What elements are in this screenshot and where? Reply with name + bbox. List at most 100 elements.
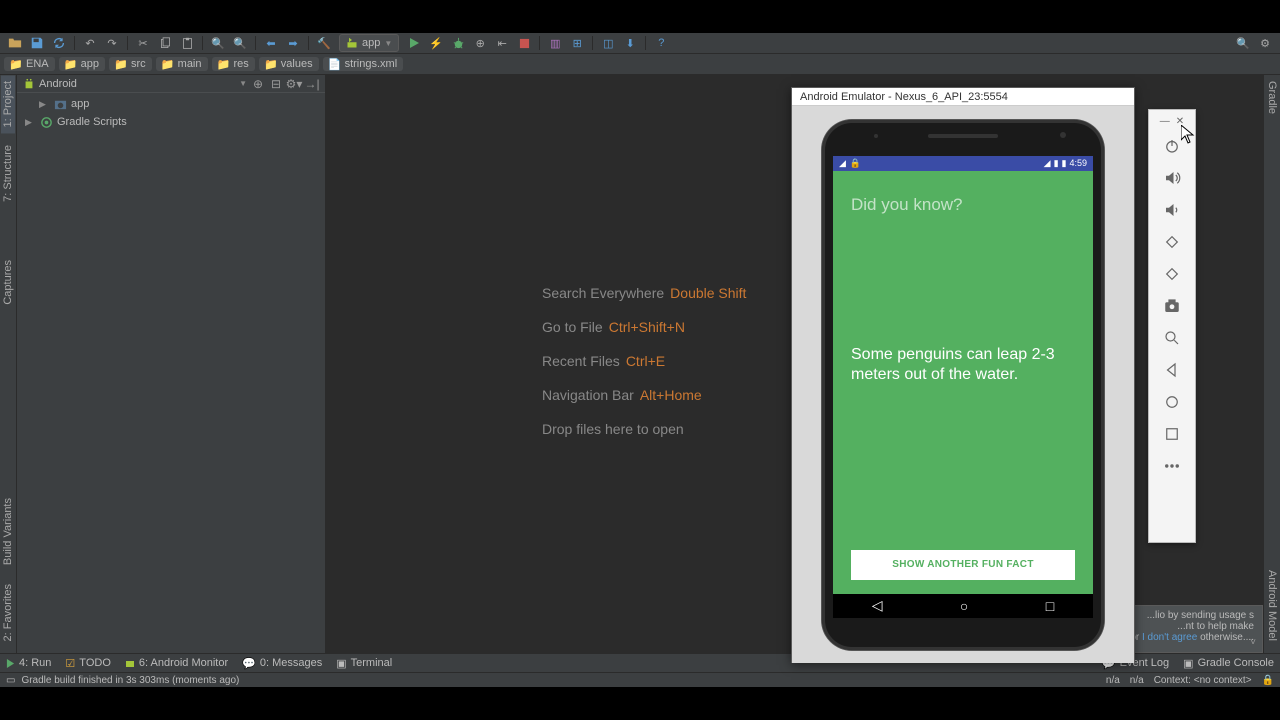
emu-home-icon[interactable] [1157, 387, 1187, 417]
emu-volume-down-icon[interactable] [1157, 195, 1187, 225]
nav-home-icon[interactable]: ○ [960, 598, 968, 614]
replace-icon[interactable]: 🔍 [232, 35, 248, 51]
layout-icon[interactable]: ◫ [600, 35, 616, 51]
gutter-project[interactable]: 1: Project [1, 75, 15, 133]
redo-icon[interactable]: ↷ [104, 35, 120, 51]
tip-row: Go to FileCtrl+Shift+N [542, 319, 746, 335]
back-icon[interactable]: ⬅ [263, 35, 279, 51]
cell-icon: ▮ [1054, 158, 1059, 169]
save-icon[interactable] [29, 35, 45, 51]
sync-icon[interactable] [51, 35, 67, 51]
tab-messages[interactable]: 💬0: Messages [242, 657, 322, 670]
main-toolbar: ↶ ↷ ✂ 🔍 🔍 ⬅ ➡ 🔨 app ▼ ⚡ ⊕ ⇤ ▥ ⊞ ◫ ⬇ ? � [0, 33, 1280, 54]
debug-icon[interactable] [450, 35, 466, 51]
emu-zoom-icon[interactable] [1157, 323, 1187, 353]
breadcrumb-item[interactable]: 📁app [59, 57, 105, 71]
gutter-android-model[interactable]: Android Model [1265, 564, 1279, 647]
paste-icon[interactable] [179, 35, 195, 51]
breadcrumb-item[interactable]: 📁values [259, 57, 319, 71]
emu-minimize-icon[interactable]: — [1160, 116, 1170, 127]
make-icon[interactable]: 🔨 [316, 35, 332, 51]
tip-row: Drop files here to open [542, 421, 746, 437]
wifi-icon: ◢ [1044, 158, 1051, 169]
battery-icon: ▮ [1062, 158, 1067, 169]
app-heading: Did you know? [851, 195, 1075, 215]
avd-icon[interactable]: ▥ [547, 35, 563, 51]
profile-icon[interactable]: ⊕ [472, 35, 488, 51]
emu-power-icon[interactable] [1157, 131, 1187, 161]
download-icon[interactable]: ⬇ [622, 35, 638, 51]
phone-frame: ◢ 🔒 ◢ ▮ ▮ 4:59 Did you know? Some pengui… [822, 120, 1104, 650]
breadcrumb-item[interactable]: 📄strings.xml [323, 57, 404, 71]
sdk-icon[interactable]: ⊞ [569, 35, 585, 51]
tab-todo[interactable]: ☑TODO [65, 657, 110, 670]
search-everywhere-icon[interactable]: 🔍 [1235, 35, 1251, 51]
lock-icon: 🔒 [850, 158, 861, 169]
hide-icon[interactable]: →| [305, 77, 319, 91]
left-gutter: 1: Project 7: Structure Captures Build V… [0, 75, 17, 653]
project-view-selector[interactable]: Android ▼ [23, 78, 247, 90]
gutter-structure[interactable]: 7: Structure [1, 139, 15, 208]
breadcrumb-item[interactable]: 📁src [109, 57, 152, 71]
notif-link[interactable]: I don't agree [1142, 632, 1197, 643]
emu-rotate-right-icon[interactable] [1157, 259, 1187, 289]
scroll-to-icon[interactable]: ⊕ [251, 77, 265, 91]
stop-icon[interactable] [516, 35, 532, 51]
tree-node-app[interactable]: ▶ app [17, 95, 325, 113]
undo-icon[interactable]: ↶ [82, 35, 98, 51]
attach-icon[interactable]: ⇤ [494, 35, 510, 51]
tip-row: Search EverywhereDouble Shift [542, 285, 746, 301]
run-config-selector[interactable]: app ▼ [339, 34, 399, 52]
emulator-toolbar: — ✕ [1148, 109, 1196, 543]
show-fact-button[interactable]: SHOW ANOTHER FUN FACT [851, 550, 1075, 580]
emu-rotate-left-icon[interactable] [1157, 227, 1187, 257]
notif-collapse-icon[interactable]: ˅ [1250, 637, 1256, 648]
emu-close-icon[interactable]: ✕ [1176, 116, 1184, 127]
emulator-window: Android Emulator - Nexus_6_API_23:5554 ◢… [791, 87, 1135, 663]
emu-overview-icon[interactable] [1157, 419, 1187, 449]
cut-icon[interactable]: ✂ [135, 35, 151, 51]
breadcrumb-item[interactable]: 📁ENA [4, 57, 55, 71]
gear-icon[interactable]: ⚙▾ [287, 77, 301, 91]
tip-row: Navigation BarAlt+Home [542, 387, 746, 403]
app-screen: Did you know? Some penguins can leap 2-3… [833, 171, 1093, 594]
run-icon[interactable] [406, 35, 422, 51]
help-icon[interactable]: ? [653, 35, 669, 51]
gutter-captures[interactable]: Captures [1, 254, 15, 311]
nav-recent-icon[interactable]: □ [1046, 598, 1054, 614]
clock: 4:59 [1069, 158, 1087, 168]
settings-icon[interactable]: ⚙ [1257, 35, 1273, 51]
gutter-gradle[interactable]: Gradle [1265, 75, 1279, 120]
emu-volume-up-icon[interactable] [1157, 163, 1187, 193]
tab-terminal[interactable]: ▣Terminal [336, 657, 392, 670]
tab-gradle-console[interactable]: ▣Gradle Console [1183, 657, 1274, 670]
android-nav-bar: ◁ ○ □ [833, 594, 1093, 618]
tab-android-monitor[interactable]: 6: Android Monitor [125, 657, 228, 669]
emulator-title: Android Emulator - Nexus_6_API_23:5554 [792, 88, 1134, 106]
emu-more-icon[interactable] [1157, 451, 1187, 481]
forward-icon[interactable]: ➡ [285, 35, 301, 51]
run-config-label: app [362, 37, 380, 49]
breadcrumb-item[interactable]: 📁main [156, 57, 208, 71]
nav-back-icon[interactable]: ◁ [872, 597, 883, 614]
open-icon[interactable] [7, 35, 23, 51]
tip-row: Recent FilesCtrl+E [542, 353, 746, 369]
apply-changes-icon[interactable]: ⚡ [428, 35, 444, 51]
emu-back-icon[interactable] [1157, 355, 1187, 385]
status-bar: ▭ Gradle build finished in 3s 303ms (mom… [0, 672, 1280, 687]
android-status-bar: ◢ 🔒 ◢ ▮ ▮ 4:59 [833, 156, 1093, 171]
breadcrumb-bar: 📁ENA 📁app 📁src 📁main 📁res 📁values 📄strin… [0, 54, 1280, 75]
tree-node-gradle[interactable]: ▶ Gradle Scripts [17, 113, 325, 131]
collapse-icon[interactable]: ⊟ [269, 77, 283, 91]
find-icon[interactable]: 🔍 [210, 35, 226, 51]
signal-icon: ◢ [839, 158, 846, 169]
gutter-favorites[interactable]: 2: Favorites [1, 578, 15, 647]
status-message: Gradle build finished in 3s 303ms (momen… [21, 675, 239, 686]
ide-window: ↶ ↷ ✂ 🔍 🔍 ⬅ ➡ 🔨 app ▼ ⚡ ⊕ ⇤ ▥ ⊞ ◫ ⬇ ? � [0, 33, 1280, 687]
gutter-build-variants[interactable]: Build Variants [1, 492, 15, 571]
copy-icon[interactable] [157, 35, 173, 51]
emu-screenshot-icon[interactable] [1157, 291, 1187, 321]
project-tool-window: Android ▼ ⊕ ⊟ ⚙▾ →| ▶ app ▶ Gradle Scrip… [17, 75, 326, 653]
breadcrumb-item[interactable]: 📁res [212, 57, 255, 71]
tab-run[interactable]: 4: Run [6, 657, 51, 669]
